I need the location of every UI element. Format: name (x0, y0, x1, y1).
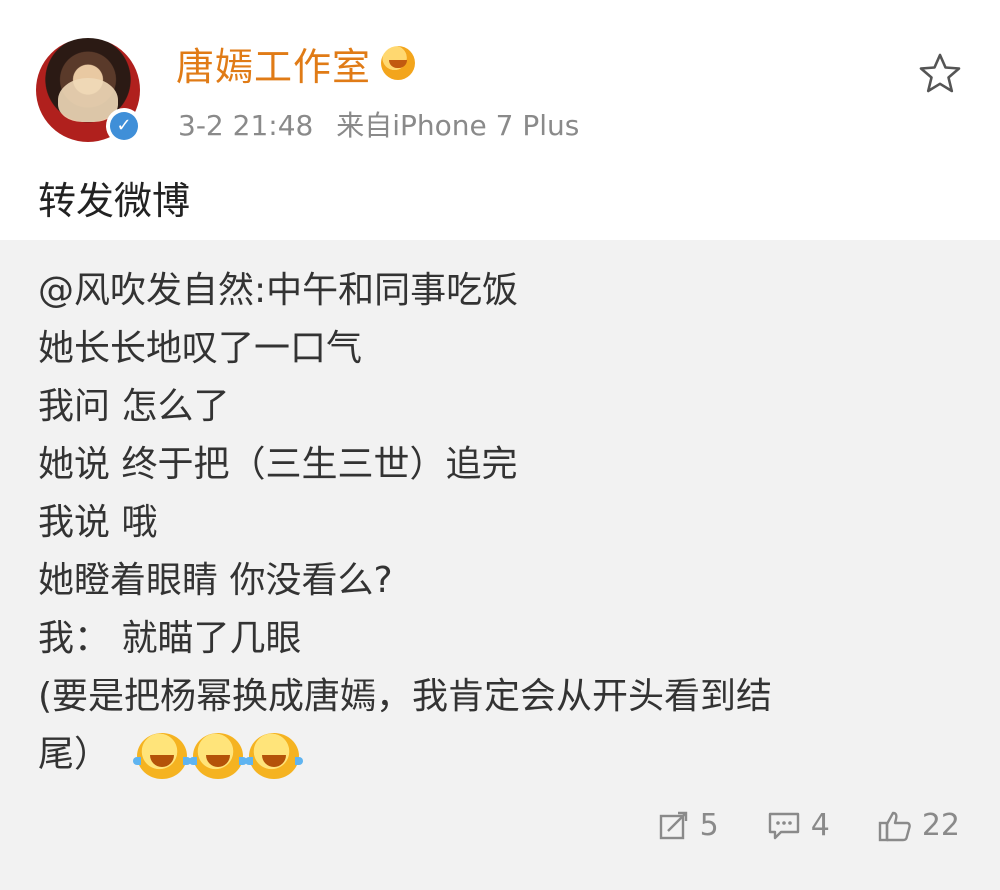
vip-face-icon (381, 46, 416, 80)
repost-last-line: 尾） (38, 726, 968, 784)
repost-line: 她说 终于把（三生三世）追完 (38, 444, 518, 485)
comment-icon (768, 812, 799, 839)
reposted-text: @风吹发自然:中午和同事吃饭 她长长地叹了一口气 我问 怎么了 她说 终于把（三… (38, 262, 968, 784)
post-header: ✓ 唐嫣工作室 3-2 21:48 来自iPhone 7 Plus 转发微博 (0, 0, 1000, 240)
username[interactable]: 唐嫣工作室 (176, 36, 371, 91)
star-icon[interactable] (918, 52, 962, 94)
username-row: 唐嫣工作室 (176, 36, 416, 91)
repost-button[interactable]: 5 (658, 808, 719, 843)
repost-line-text: 尾） (38, 734, 111, 775)
post-source: 来自iPhone 7 Plus (336, 109, 580, 142)
repost-icon (659, 811, 687, 839)
laugh-cry-emoji-icon (189, 733, 248, 779)
check-icon: ✓ (110, 112, 138, 140)
repost-line: 她瞪着眼睛 你没看么? (38, 560, 393, 601)
repost-line: (要是把杨幂换成唐嫣，我肯定会从开头看到结 (38, 676, 773, 717)
laugh-cry-emoji-icon (245, 733, 304, 779)
thumbs-up-icon (878, 811, 911, 841)
repost-line: 我问 怎么了 (38, 386, 230, 427)
post-text: 转发微博 (38, 179, 191, 223)
action-bar: 5 4 22 (610, 808, 960, 843)
repost-line: 我： 就瞄了几眼 (38, 618, 302, 659)
repost-count: 5 (699, 808, 719, 843)
verified-badge-icon: ✓ (106, 108, 142, 144)
comment-count: 4 (810, 808, 830, 843)
like-count: 22 (921, 808, 960, 843)
repost-line: @风吹发自然:中午和同事吃饭 (38, 270, 519, 311)
repost-line: 我说 哦 (38, 502, 158, 543)
weibo-post: ✓ 唐嫣工作室 3-2 21:48 来自iPhone 7 Plus 转发微博 @… (0, 0, 1000, 890)
repost-line: 她长长地叹了一口气 (38, 328, 363, 369)
like-button[interactable]: 22 (878, 808, 960, 843)
emoji-group (133, 733, 305, 779)
post-date: 3-2 21:48 (178, 109, 314, 142)
comment-button[interactable]: 4 (767, 808, 830, 843)
laugh-cry-emoji-icon (133, 733, 192, 779)
post-meta: 3-2 21:48 来自iPhone 7 Plus (178, 104, 579, 144)
